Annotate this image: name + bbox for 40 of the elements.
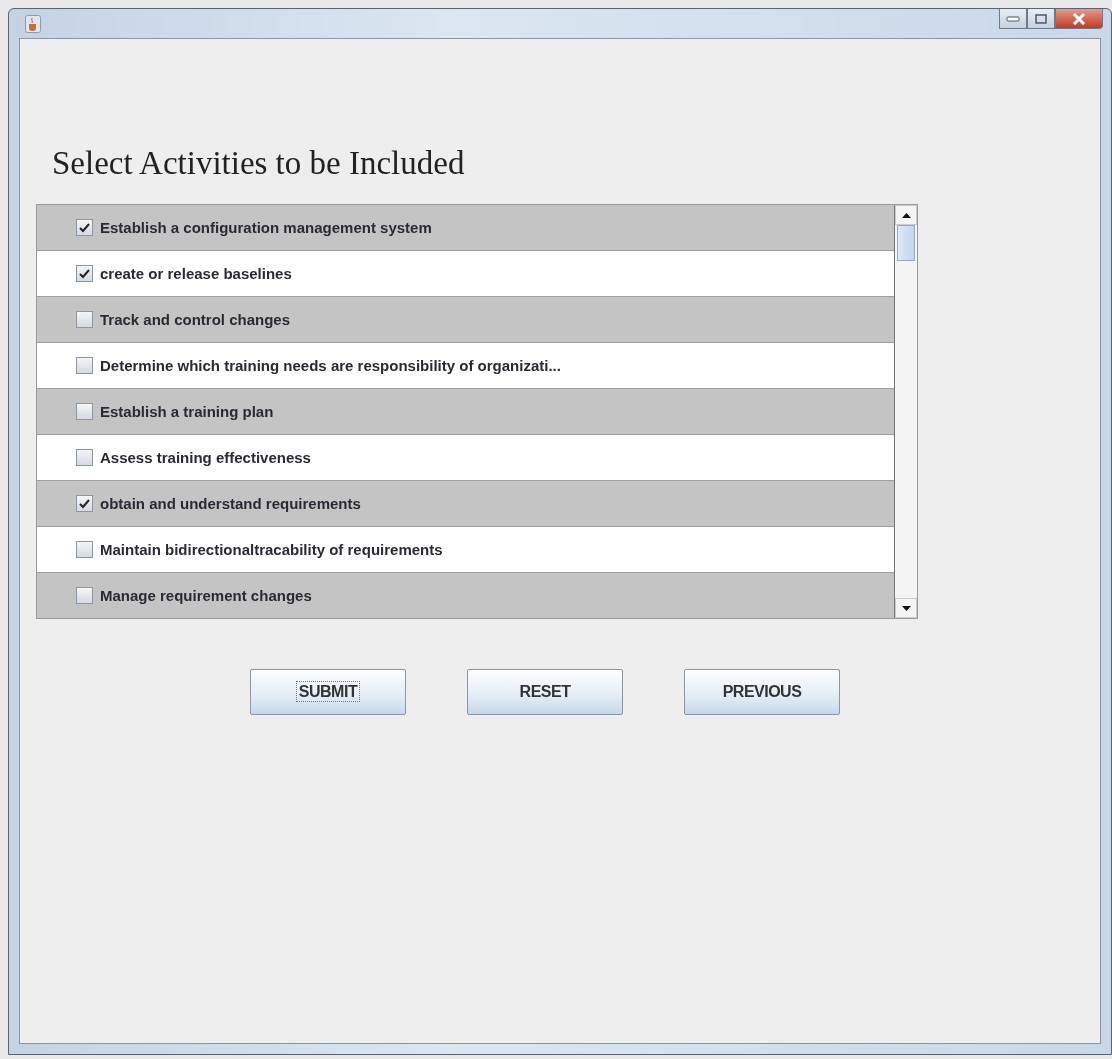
- checkbox[interactable]: [76, 541, 93, 558]
- activity-label: Manage requirement changes: [100, 587, 312, 604]
- action-button[interactable]: PREVIOUS: [684, 669, 840, 715]
- action-button[interactable]: RESET: [467, 669, 623, 715]
- down-arrow-icon: [901, 605, 911, 611]
- close-icon: [1072, 12, 1086, 25]
- checkbox[interactable]: [76, 219, 93, 236]
- up-arrow-icon: [901, 212, 911, 218]
- scroll-up-button[interactable]: [895, 205, 917, 225]
- activity-row[interactable]: obtain and understand requirements: [37, 481, 894, 527]
- minimize-icon: [1006, 15, 1020, 22]
- checkbox[interactable]: [76, 587, 93, 604]
- activity-label: Track and control changes: [100, 311, 291, 328]
- activity-label: Assess training effectiveness: [100, 449, 311, 466]
- activity-label: create or release baselines: [100, 265, 292, 282]
- activity-label: obtain and understand requirements: [100, 495, 361, 512]
- minimize-button[interactable]: [999, 9, 1027, 29]
- checkbox[interactable]: [76, 265, 93, 282]
- activity-row[interactable]: Establish a training plan: [37, 389, 894, 435]
- activity-row[interactable]: Establish a configuration management system: [37, 205, 894, 251]
- activity-label: Maintain bidirectionaltracability of requirements: [100, 541, 443, 558]
- checkbox[interactable]: [76, 495, 93, 512]
- maximize-icon: [1035, 13, 1047, 24]
- checkbox[interactable]: [76, 357, 93, 374]
- activity-label: Establish a training plan: [100, 403, 274, 420]
- coffee-cup-icon: [25, 14, 41, 33]
- maximize-button[interactable]: [1027, 9, 1055, 29]
- activity-label: Determine which training needs are responsibility of organizati...: [100, 357, 561, 374]
- close-button[interactable]: [1055, 9, 1103, 29]
- activity-row[interactable]: Track and control changes: [37, 297, 894, 343]
- heading: Select Activities to be Included: [52, 145, 466, 182]
- scroll-thumb[interactable]: [897, 225, 915, 261]
- checkbox[interactable]: [76, 449, 93, 466]
- scroll-down-button[interactable]: [895, 598, 917, 618]
- activity-row[interactable]: Manage requirement changes: [37, 573, 894, 618]
- checkbox[interactable]: [76, 403, 93, 420]
- action-button[interactable]: SUBMIT: [250, 669, 406, 715]
- scrollbar[interactable]: [894, 205, 917, 618]
- activity-label: Establish a configuration management system: [100, 219, 432, 236]
- checkbox[interactable]: [76, 311, 93, 328]
